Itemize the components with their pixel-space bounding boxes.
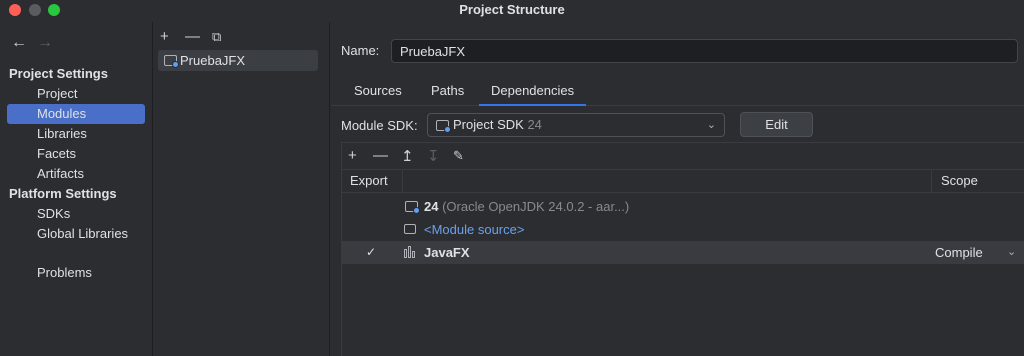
module-folder-icon [164, 55, 179, 68]
chevron-down-icon[interactable]: ⌄ [1007, 241, 1016, 264]
project-settings-header: Project Settings [9, 66, 108, 81]
chevron-down-icon: ⌄ [706, 119, 716, 131]
column-export[interactable]: Export [350, 170, 388, 192]
table-row[interactable]: <Module source> [342, 218, 1024, 241]
jdk-description: (Oracle OpenJDK 24.0.2 - aar...) [442, 199, 630, 214]
sdk-version: 24 [527, 117, 542, 132]
column-scope[interactable]: Scope [941, 170, 978, 192]
move-up-icon[interactable]: ↥ [401, 147, 414, 165]
tab-dependencies[interactable]: Dependencies [479, 80, 587, 106]
dependencies-table: + — ↥ ↧ ✎ Export Scope 24 (Oracle OpenJD… [341, 142, 1024, 356]
jdk-folder-icon [405, 201, 420, 214]
column-separator [931, 170, 932, 192]
back-arrow-icon[interactable]: ← [11, 34, 27, 52]
add-dependency-icon[interactable]: + [348, 147, 357, 164]
module-tabs: Sources Paths Dependencies [331, 80, 1024, 106]
module-source-label: <Module source> [424, 222, 525, 237]
edit-sdk-button[interactable]: Edit [740, 112, 813, 137]
remove-module-icon[interactable]: — [185, 28, 200, 45]
module-sdk-label: Module SDK: [341, 118, 418, 133]
sidebar-item-modules[interactable]: Modules [7, 104, 145, 124]
table-row[interactable]: ✓ JavaFX Compile ⌄ [342, 241, 1024, 264]
export-checkbox[interactable]: ✓ [366, 241, 376, 264]
module-item-pruebajfx[interactable]: PruebaJFX [158, 50, 318, 71]
tab-paths[interactable]: Paths [431, 80, 464, 106]
jdk-version: 24 [424, 199, 439, 214]
table-header: Export Scope [342, 169, 1024, 193]
module-details-panel: Name: Sources Paths Dependencies Module … [331, 22, 1024, 356]
sidebar-item-global-libraries[interactable]: Global Libraries [7, 224, 145, 244]
sdk-folder-icon [436, 120, 451, 133]
scope-select[interactable]: Compile [935, 241, 983, 264]
edit-dependency-icon[interactable]: ✎ [453, 148, 464, 164]
tab-sources[interactable]: Sources [354, 80, 402, 106]
sidebar-item-artifacts[interactable]: Artifacts [7, 164, 145, 184]
module-name-input[interactable] [391, 39, 1018, 63]
sidebar-item-libraries[interactable]: Libraries [7, 124, 145, 144]
column-separator [402, 170, 403, 192]
jdk-row-text: 24 (Oracle OpenJDK 24.0.2 - aar...) [424, 195, 629, 218]
library-name: JavaFX [424, 245, 470, 260]
sdk-name: Project SDK [453, 117, 524, 132]
move-down-icon: ↧ [427, 148, 440, 165]
platform-settings-header: Platform Settings [9, 186, 117, 201]
sidebar-item-problems[interactable]: Problems [7, 263, 145, 283]
sidebar-item-facets[interactable]: Facets [7, 144, 145, 164]
module-item-label: PruebaJFX [180, 53, 246, 68]
add-module-icon[interactable]: + [160, 28, 169, 45]
remove-dependency-icon[interactable]: — [373, 147, 388, 164]
copy-module-icon[interactable]: ⧉ [212, 29, 221, 45]
library-icon [404, 246, 417, 258]
window-title: Project Structure [459, 2, 565, 17]
forward-arrow-icon[interactable]: → [37, 34, 53, 52]
title-bar: Project Structure [0, 0, 1024, 22]
sidebar-item-sdks[interactable]: SDKs [7, 204, 145, 224]
sidebar: ← → Project Settings Project Modules Lib… [0, 22, 153, 356]
module-sdk-select[interactable]: Project SDK 24 ⌄ [427, 113, 725, 137]
module-source-icon [404, 224, 416, 234]
modules-panel: + — ⧉ PruebaJFX [154, 22, 330, 356]
name-label: Name: [341, 43, 380, 58]
sidebar-item-project[interactable]: Project [7, 84, 145, 104]
table-row[interactable]: 24 (Oracle OpenJDK 24.0.2 - aar...) [342, 195, 1024, 218]
